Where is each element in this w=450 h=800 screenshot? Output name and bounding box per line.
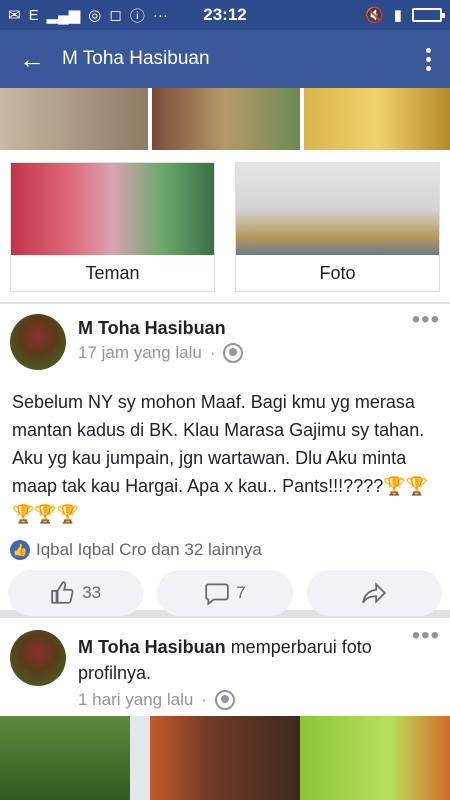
- post-options-icon[interactable]: •••: [412, 308, 440, 370]
- status-bar: ✉ E ▂▄▆ ◎ ◻ ⓘ ··· 23:12 🔇 ▮: [0, 0, 450, 30]
- mute-icon: 🔇: [365, 7, 384, 24]
- post-header: M Toha Hasibuan 17 jam yang lalu · •••: [0, 304, 450, 370]
- like-button[interactable]: 33: [8, 570, 144, 616]
- status-left: ✉ E ▂▄▆ ◎ ◻ ⓘ ···: [8, 5, 188, 26]
- post-meta: 17 jam yang lalu ·: [78, 343, 412, 363]
- globe-icon: [223, 343, 244, 363]
- post-author-info: M Toha Hasibuan 17 jam yang lalu ·: [78, 314, 412, 370]
- post-timestamp[interactable]: 17 jam yang lalu: [78, 343, 202, 363]
- post-photo[interactable]: [0, 716, 450, 800]
- avatar[interactable]: [10, 314, 66, 370]
- instagram-icon: ◻: [109, 7, 122, 24]
- photos-label: Foto: [319, 263, 356, 283]
- friends-thumbnail: [11, 163, 214, 255]
- photo-strip: [0, 88, 450, 150]
- mail-icon: ✉: [8, 7, 21, 24]
- photo-segment: [130, 716, 150, 800]
- post-author[interactable]: M Toha Hasibuan: [78, 318, 412, 339]
- photos-card[interactable]: Foto: [235, 162, 440, 292]
- post-options-icon[interactable]: •••: [412, 624, 440, 710]
- clock: 23:12: [203, 5, 247, 24]
- share-button[interactable]: [306, 570, 442, 616]
- whatsapp-icon: ◎: [88, 7, 102, 24]
- alert-icon: ⓘ: [129, 7, 145, 25]
- post-author[interactable]: M Toha Hasibuan: [78, 637, 226, 657]
- post-meta: 1 hari yang lalu ·: [78, 690, 412, 710]
- post-timestamp[interactable]: 1 hari yang lalu: [78, 690, 193, 710]
- strip-photo[interactable]: [152, 88, 300, 150]
- photo-segment: [300, 716, 450, 800]
- app-toolbar: ← M Toha Hasibuan: [0, 30, 450, 88]
- globe-icon: [214, 690, 235, 710]
- strip-photo[interactable]: [304, 88, 450, 150]
- signal-bars-icon: ▮: [393, 7, 402, 24]
- reactions-text: Iqbal Iqbal Cro dan 32 lainnya: [36, 540, 262, 559]
- comment-count: 7: [236, 583, 246, 602]
- post-actions: 33 7: [0, 560, 450, 626]
- friends-label: Teman: [85, 263, 140, 283]
- like-count: 33: [82, 583, 102, 602]
- meta-separator: ·: [201, 690, 207, 709]
- back-arrow-icon[interactable]: ←: [12, 44, 52, 75]
- signal-icon: ▂▄▆: [46, 7, 81, 24]
- profile-cards: Teman Foto: [0, 150, 450, 302]
- like-icon: [51, 581, 74, 604]
- avatar[interactable]: [10, 630, 66, 686]
- post: M Toha Hasibuan memperbarui foto profiln…: [0, 618, 450, 800]
- meta-separator: ·: [209, 343, 216, 362]
- more-vert-icon[interactable]: [418, 47, 438, 71]
- post-author-info: M Toha Hasibuan memperbarui foto profiln…: [78, 630, 412, 710]
- photo-segment: [150, 716, 300, 800]
- reactions-summary[interactable]: 👍 Iqbal Iqbal Cro dan 32 lainnya: [0, 528, 450, 560]
- friends-card[interactable]: Teman: [10, 162, 215, 292]
- network-type: E: [28, 6, 39, 24]
- share-icon: [362, 582, 387, 604]
- post: M Toha Hasibuan 17 jam yang lalu · ••• S…: [0, 304, 450, 616]
- post-header: M Toha Hasibuan memperbarui foto profiln…: [0, 618, 450, 710]
- status-right: 🔇 ▮: [262, 6, 445, 24]
- strip-photo[interactable]: [0, 88, 148, 150]
- page-title: M Toha Hasibuan: [62, 48, 210, 69]
- status-dots: ···: [152, 6, 168, 24]
- comment-icon: [205, 583, 229, 606]
- post-body: Sebelum NY sy mohon Maaf. Bagi kmu yg me…: [12, 392, 429, 524]
- photo-segment: [0, 716, 130, 800]
- like-reaction-icon: 👍: [10, 540, 30, 560]
- post-headline: M Toha Hasibuan memperbarui foto profiln…: [78, 634, 412, 686]
- photos-thumbnail: [236, 163, 439, 255]
- battery-icon: [412, 8, 445, 22]
- comment-button[interactable]: 7: [157, 570, 293, 616]
